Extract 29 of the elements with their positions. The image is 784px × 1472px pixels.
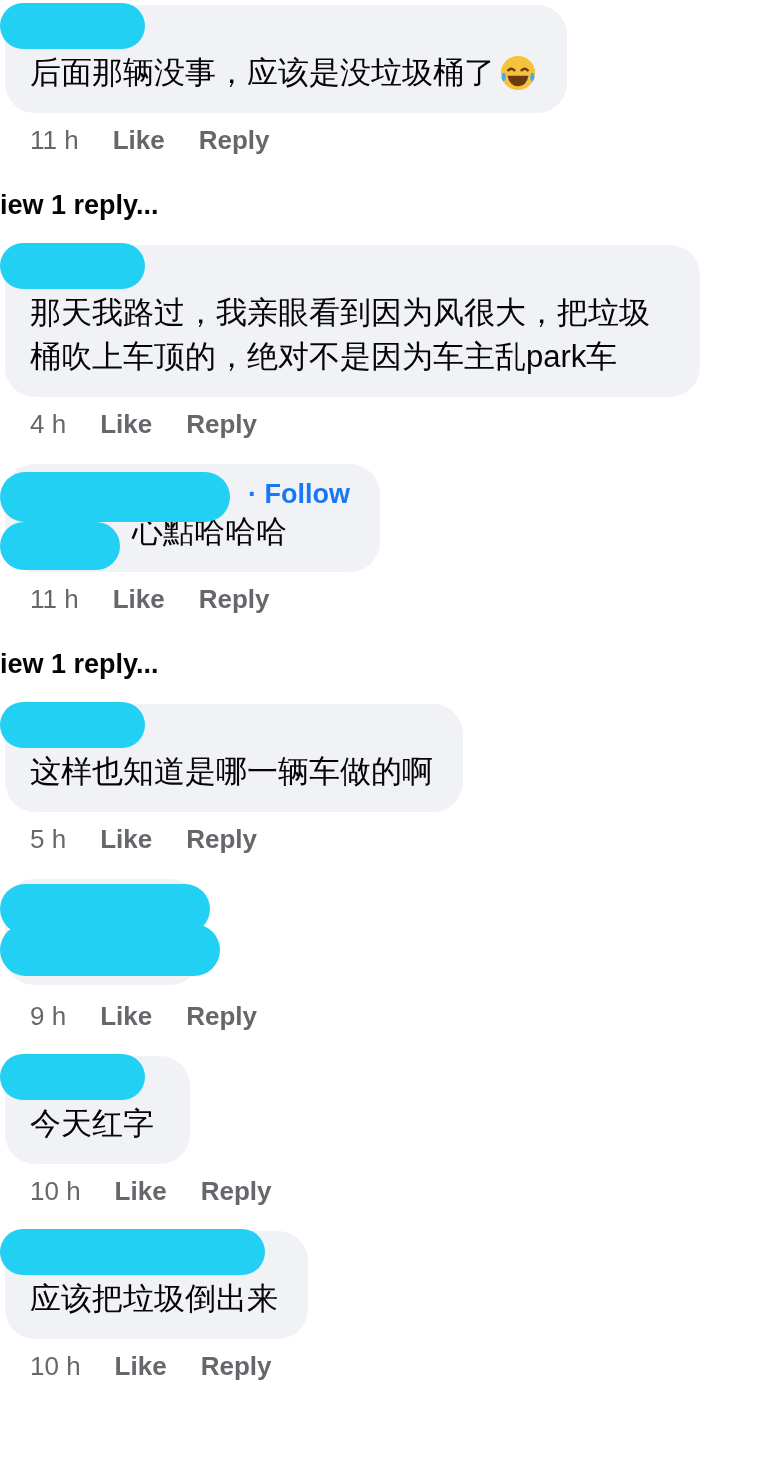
comment-text: 今天红字 bbox=[30, 1105, 154, 1143]
comment-text: 后面那辆没事，应该是没垃圾桶了 bbox=[30, 54, 495, 92]
reply-link[interactable]: Reply bbox=[186, 409, 257, 440]
reply-link[interactable]: Reply bbox=[186, 824, 257, 855]
comment-time: 11 h bbox=[30, 584, 79, 615]
like-link[interactable]: Like bbox=[114, 1176, 167, 1207]
comment-time: 9 h bbox=[30, 1001, 67, 1032]
comment-text: 这样也知道是哪一辆车做的啊 bbox=[30, 753, 433, 791]
comment-text: 应该把垃圾倒出来 bbox=[30, 1280, 278, 1318]
reply-link[interactable]: Reply bbox=[200, 1351, 272, 1382]
comment-time: 10 h bbox=[30, 1351, 81, 1382]
reply-link[interactable]: Reply bbox=[198, 584, 270, 615]
comment-text: 那天我路过，我亲眼看到因为风很大，把垃圾桶吹上车顶的，绝对不是因为车主乱park车 bbox=[30, 294, 651, 376]
reply-link[interactable]: Reply bbox=[198, 125, 270, 156]
like-link[interactable]: Like bbox=[112, 584, 165, 615]
like-link[interactable]: Like bbox=[100, 824, 153, 855]
follow-link[interactable]: · Follow bbox=[248, 479, 350, 510]
comment-time: 11 h bbox=[30, 125, 79, 156]
like-link[interactable]: Like bbox=[114, 1351, 167, 1382]
like-link[interactable]: Like bbox=[100, 409, 153, 440]
like-link[interactable]: Like bbox=[112, 125, 165, 156]
reply-link[interactable]: Reply bbox=[200, 1176, 272, 1207]
reply-link[interactable]: Reply bbox=[186, 1001, 257, 1032]
view-replies-link[interactable]: iew 1 reply... bbox=[0, 649, 784, 680]
view-replies-link[interactable]: iew 1 reply... bbox=[0, 190, 784, 221]
comment-time: 4 h bbox=[30, 409, 67, 440]
comment-time: 10 h bbox=[30, 1176, 81, 1207]
like-link[interactable]: Like bbox=[100, 1001, 153, 1032]
comment-time: 5 h bbox=[30, 824, 67, 855]
